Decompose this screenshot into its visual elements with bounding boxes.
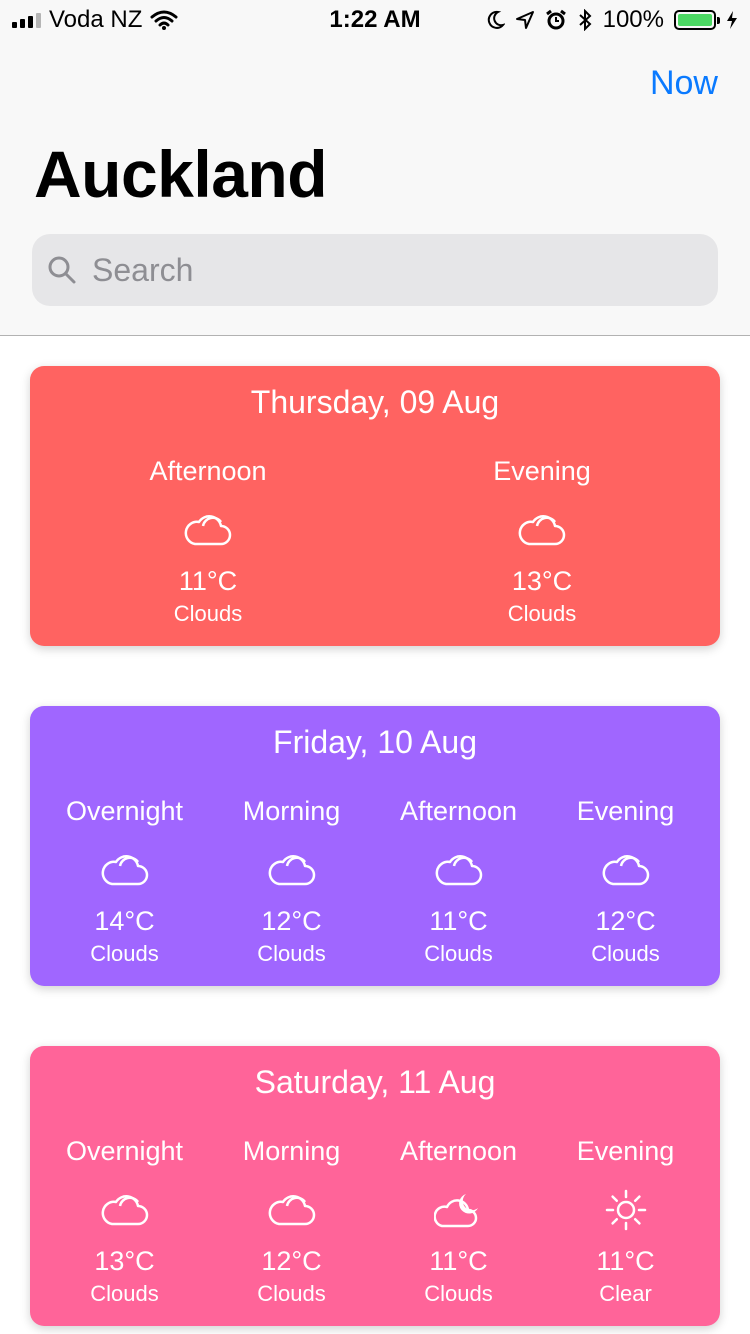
day-card[interactable]: Saturday, 11 Aug Overnight 13°C Clouds M… bbox=[30, 1046, 720, 1326]
period-cell: Overnight 14°C Clouds bbox=[41, 796, 208, 967]
period-temp: 13°C bbox=[511, 566, 573, 596]
period-name: Afternoon bbox=[399, 1136, 518, 1166]
battery-percent: 100% bbox=[602, 6, 664, 33]
cloud-icon bbox=[542, 842, 709, 898]
search-bar[interactable] bbox=[32, 234, 718, 306]
day-date: Friday, 10 Aug bbox=[273, 724, 477, 760]
period-cell: Afternoon 11°C Clouds bbox=[375, 1136, 542, 1307]
cloud-moon-icon bbox=[375, 1182, 542, 1238]
period-desc: Clouds bbox=[173, 601, 243, 626]
period-cell: Morning 12°C Clouds bbox=[208, 796, 375, 967]
period-row: Overnight 13°C Clouds Morning 12°C Cloud… bbox=[30, 1136, 720, 1307]
period-name: Evening bbox=[576, 1136, 675, 1166]
period-temp: 11°C bbox=[596, 1246, 655, 1276]
period-temp: 12°C bbox=[595, 906, 656, 936]
period-desc: Clear bbox=[599, 1281, 652, 1306]
period-temp: 11°C bbox=[429, 1246, 488, 1276]
alarm-icon bbox=[545, 9, 566, 30]
period-desc: Clouds bbox=[90, 941, 159, 966]
status-right: 100% bbox=[485, 6, 738, 34]
location-arrow-icon bbox=[515, 11, 534, 29]
cloud-icon bbox=[208, 1182, 375, 1238]
day-card[interactable]: Thursday, 09 Aug Afternoon 11°C Clouds E… bbox=[30, 366, 720, 646]
battery-icon bbox=[674, 10, 720, 30]
period-desc: Clouds bbox=[424, 941, 493, 966]
period-desc: Clouds bbox=[591, 941, 660, 966]
period-name: Afternoon bbox=[399, 796, 518, 826]
period-temp: 12°C bbox=[261, 1246, 322, 1276]
period-name: Morning bbox=[242, 796, 341, 826]
page-title: Auckland bbox=[34, 137, 328, 211]
search-icon bbox=[48, 256, 76, 284]
moon-icon bbox=[487, 10, 505, 29]
period-cell: Evening 13°C Clouds bbox=[375, 456, 709, 627]
period-temp: 12°C bbox=[261, 906, 322, 936]
period-name: Evening bbox=[493, 456, 591, 486]
period-desc: Clouds bbox=[257, 1281, 326, 1306]
period-name: Evening bbox=[576, 796, 675, 826]
cloud-icon bbox=[41, 842, 208, 898]
navigation-header: Now Auckland bbox=[0, 40, 750, 336]
bluetooth-icon bbox=[578, 9, 592, 31]
period-cell: Afternoon 11°C Clouds bbox=[375, 796, 542, 967]
search-input[interactable] bbox=[90, 250, 654, 290]
period-cell: Morning 12°C Clouds bbox=[208, 1136, 375, 1307]
day-date: Saturday, 11 Aug bbox=[254, 1064, 496, 1100]
cloud-icon bbox=[41, 1182, 208, 1238]
cloud-icon bbox=[375, 502, 709, 558]
period-temp: 11°C bbox=[429, 906, 488, 936]
cloud-icon bbox=[208, 842, 375, 898]
period-desc: Clouds bbox=[507, 601, 577, 626]
period-desc: Clouds bbox=[257, 941, 326, 966]
period-name: Afternoon bbox=[149, 456, 267, 486]
day-card[interactable]: Friday, 10 Aug Overnight 14°C Clouds Mor… bbox=[30, 706, 720, 986]
cloud-icon bbox=[41, 502, 375, 558]
period-cell: Overnight 13°C Clouds bbox=[41, 1136, 208, 1307]
period-row: Afternoon 11°C Clouds Evening 13°C Cloud… bbox=[30, 456, 720, 627]
period-cell: Evening 11°C Clear bbox=[542, 1136, 709, 1307]
now-button[interactable]: Now bbox=[650, 64, 718, 103]
cloud-icon bbox=[375, 842, 542, 898]
period-desc: Clouds bbox=[424, 1281, 493, 1306]
period-cell: Evening 12°C Clouds bbox=[542, 796, 709, 967]
period-temp: 11°C bbox=[178, 566, 238, 596]
period-cell: Afternoon 11°C Clouds bbox=[41, 456, 375, 627]
day-date: Thursday, 09 Aug bbox=[250, 384, 500, 420]
charging-icon bbox=[727, 11, 737, 29]
period-name: Overnight bbox=[65, 1136, 184, 1166]
period-name: Overnight bbox=[65, 796, 184, 826]
period-temp: 14°C bbox=[94, 906, 155, 936]
sun-icon bbox=[542, 1182, 709, 1238]
period-desc: Clouds bbox=[90, 1281, 159, 1306]
period-temp: 13°C bbox=[94, 1246, 155, 1276]
status-bar: Voda NZ 1:22 AM 100% bbox=[0, 0, 750, 40]
period-name: Morning bbox=[242, 1136, 341, 1166]
period-row: Overnight 14°C Clouds Morning 12°C Cloud… bbox=[30, 796, 720, 967]
